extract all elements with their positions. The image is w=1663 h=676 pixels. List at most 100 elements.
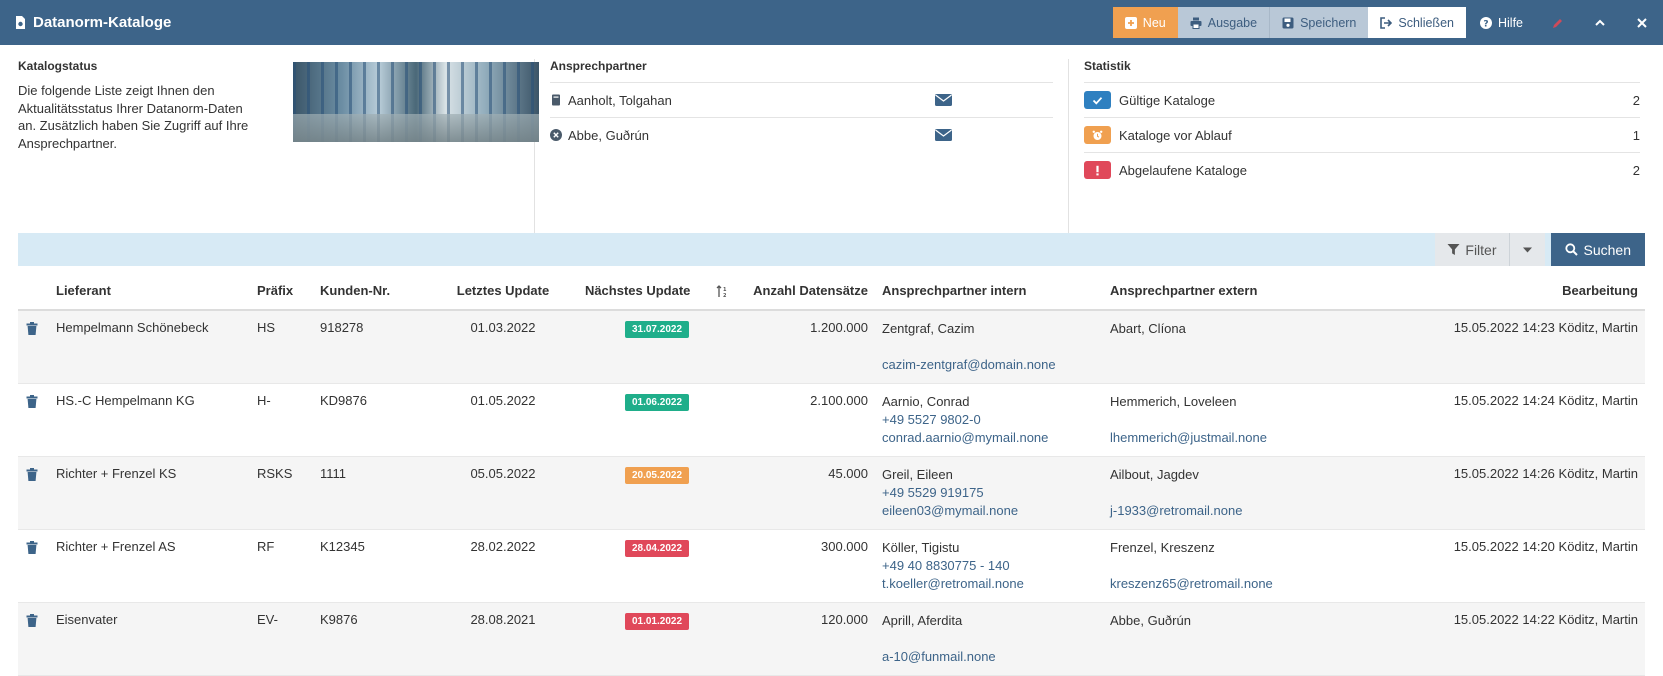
save-button-label: Speichern	[1300, 15, 1357, 30]
trash-icon[interactable]	[26, 394, 38, 408]
trash-icon[interactable]	[26, 467, 38, 481]
contact-name[interactable]: Aanholt, Tolgahan	[568, 93, 935, 108]
sort-ascending-icon[interactable]: 12	[716, 285, 729, 299]
intern-phone[interactable]: +49 5527 9802-0	[882, 411, 1110, 429]
help-button[interactable]: ? Hilfe	[1466, 7, 1537, 38]
contact-name[interactable]: Abbe, Guðrún	[568, 128, 935, 143]
intern-phone[interactable]	[882, 630, 1110, 648]
column-header-lieferant[interactable]: Lieferant	[56, 266, 257, 311]
cell-kundennr: KD9876	[320, 383, 436, 457]
stat-value: 1	[1632, 127, 1640, 143]
intern-email[interactable]: eileen03@mymail.none	[882, 502, 1110, 520]
cell-kundennr: 1111	[320, 456, 436, 530]
cell-intern: Köller, Tigistu +49 40 8830775 - 140 t.koe…	[882, 529, 1110, 603]
extern-email[interactable]: j-1933@retromail.none	[1110, 502, 1328, 520]
column-header-delete	[18, 266, 56, 311]
new-button[interactable]: Neu	[1112, 7, 1178, 38]
table-header-row: Lieferant Präfix Kunden-Nr. Letztes Upda…	[18, 266, 1645, 311]
stat-row: Gültige Kataloge 2	[1084, 82, 1640, 117]
collapse-button[interactable]	[1579, 7, 1621, 38]
status-badge: 31.07.2022	[624, 321, 690, 338]
plus-square-icon	[1124, 16, 1137, 29]
column-header-bearbeitung[interactable]: Bearbeitung	[1328, 266, 1645, 311]
envelope-icon[interactable]	[935, 129, 952, 141]
cell-praefix: H-	[257, 383, 320, 457]
table-body: Hempelmann Schönebeck HS 918278 01.03.2022 3…	[18, 310, 1645, 676]
edit-button[interactable]	[1537, 7, 1579, 38]
close-page-button[interactable]: Schließen	[1368, 7, 1466, 38]
table-row[interactable]: Eisenvater EV- K9876 28.08.2021 01.01.2022 12…	[18, 602, 1645, 676]
floppy-disk-icon	[1282, 17, 1294, 28]
new-button-label: Neu	[1142, 15, 1166, 30]
column-header-praefix[interactable]: Präfix	[257, 266, 320, 311]
delete-cell	[18, 602, 56, 676]
intern-phone[interactable]	[882, 338, 1110, 356]
stat-label: Abgelaufene Kataloge	[1119, 162, 1247, 178]
trash-icon[interactable]	[26, 322, 38, 335]
help-button-label: Hilfe	[1497, 15, 1523, 30]
cell-naechstes-update: 20.05.2022	[570, 456, 744, 530]
save-button[interactable]: Speichern	[1270, 7, 1369, 38]
cell-extern: Abart, Clíona	[1110, 310, 1328, 384]
cell-bearbeitung: 15.05.2022 14:22 Köditz, Martin	[1328, 602, 1645, 676]
column-header-anzahl[interactable]: Anzahl Datensätze	[744, 266, 882, 311]
table-row[interactable]: Hempelmann Schönebeck HS 918278 01.03.2022 3…	[18, 310, 1645, 384]
cell-letztes-update: 05.05.2022	[436, 456, 570, 530]
filter-bar: Filter Suchen	[18, 233, 1645, 266]
extern-email[interactable]: kreszenz65@retromail.none	[1110, 575, 1328, 593]
contact-row: Aanholt, Tolgahan	[550, 82, 1053, 117]
cell-kundennr: K9876	[320, 602, 436, 676]
book-icon	[550, 94, 562, 106]
cell-naechstes-update: 01.06.2022	[570, 383, 744, 457]
svg-text:2: 2	[723, 293, 727, 298]
extern-name: Abart, Clíona	[1110, 321, 1186, 336]
extern-email[interactable]: lhemmerich@justmail.none	[1110, 429, 1328, 447]
intern-name: Aprill, Aferdita	[882, 612, 963, 628]
extern-spacer	[1110, 630, 1328, 648]
cell-kundennr: 918278	[320, 310, 436, 384]
intern-phone[interactable]: +49 5529 919175	[882, 484, 1110, 502]
stat-label: Gültige Kataloge	[1119, 92, 1216, 108]
stat-row: Abgelaufene Kataloge 2	[1084, 152, 1640, 187]
filter-dropdown-button[interactable]	[1509, 233, 1545, 266]
column-header-kundennr[interactable]: Kunden-Nr.	[320, 266, 436, 311]
intern-name: Köller, Tigistu	[882, 539, 960, 555]
table-row[interactable]: Richter + Frenzel AS RF K12345 28.02.2022 28…	[18, 529, 1645, 603]
trash-icon[interactable]	[26, 540, 38, 554]
info-panel: Katalogstatus Die folgende Liste zeigt I…	[0, 45, 1663, 233]
cell-praefix: RF	[257, 529, 320, 603]
extern-spacer	[1110, 484, 1328, 502]
extern-spacer	[1110, 411, 1328, 429]
app-header: Datanorm-Kataloge Neu Ausgabe Speichern …	[0, 0, 1663, 45]
column-header-extern[interactable]: Ansprechpartner extern	[1110, 266, 1328, 311]
search-button[interactable]: Suchen	[1550, 233, 1645, 266]
intern-email[interactable]: cazim-zentgraf@domain.none	[882, 356, 1110, 374]
envelope-icon[interactable]	[935, 94, 952, 106]
warehouse-image-container	[256, 59, 539, 233]
intern-phone[interactable]: +49 40 8830775 - 140	[882, 557, 1110, 575]
catalog-status-text: Die folgende Liste zeigt Ihnen den Aktua…	[18, 83, 249, 151]
column-header-intern[interactable]: Ansprechpartner intern	[882, 266, 1110, 311]
check-icon	[1084, 91, 1111, 109]
filter-button[interactable]: Filter	[1435, 233, 1510, 266]
close-button[interactable]	[1621, 7, 1663, 38]
column-header-letztes-update[interactable]: Letztes Update	[436, 266, 570, 311]
app-title: Datanorm-Kataloge	[14, 14, 171, 31]
intern-email[interactable]: t.koeller@retromail.none	[882, 575, 1110, 593]
cell-bearbeitung: 15.05.2022 14:26 Köditz, Martin	[1328, 456, 1645, 530]
catalog-status-title: Katalogstatus	[18, 59, 98, 73]
extern-name: Frenzel, Kreszenz	[1110, 539, 1215, 555]
intern-email[interactable]: a-10@funmail.none	[882, 648, 1110, 666]
table-row[interactable]: Richter + Frenzel KS RSKS 1111 05.05.2022 20…	[18, 456, 1645, 530]
cell-lieferant: Richter + Frenzel KS	[56, 456, 257, 530]
funnel-icon	[1447, 244, 1460, 255]
intern-email[interactable]: conrad.aarnio@mymail.none	[882, 429, 1110, 447]
extern-spacer	[1110, 338, 1328, 356]
column-header-naechstes-update[interactable]: Nächstes Update 12	[570, 266, 744, 311]
caret-down-icon	[1522, 247, 1532, 253]
print-button[interactable]: Ausgabe	[1177, 7, 1271, 38]
trash-icon[interactable]	[26, 613, 38, 627]
catalog-status-section: Katalogstatus Die folgende Liste zeigt I…	[18, 59, 256, 233]
circle-x-icon	[550, 129, 562, 141]
table-row[interactable]: HS.-C Hempelmann KG H- KD9876 01.05.2022 01.…	[18, 383, 1645, 457]
